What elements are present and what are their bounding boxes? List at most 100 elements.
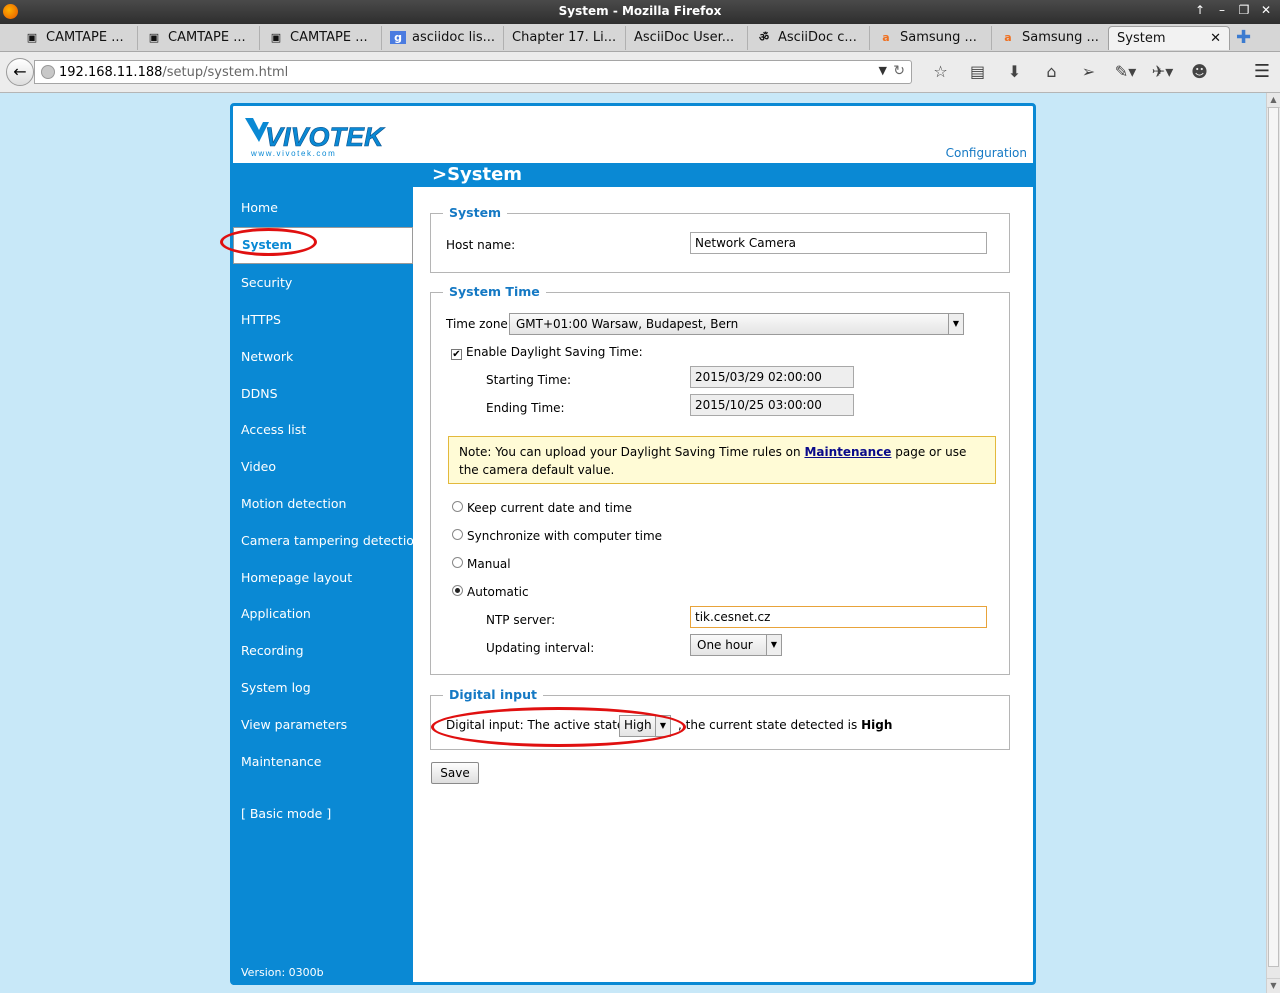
- sync-computer-label: Synchronize with computer time: [467, 529, 663, 543]
- window-title: System - Mozilla Firefox: [558, 4, 722, 18]
- url-text: 192.168.11.188/setup/system.html: [59, 65, 289, 80]
- host-name-input[interactable]: Network Camera: [690, 232, 987, 254]
- keep-time-label: Keep current date and time: [467, 501, 632, 515]
- sidebar-item-security[interactable]: Security: [241, 275, 292, 290]
- google-tab-icon: g: [390, 31, 406, 44]
- updating-interval-select[interactable]: One hour ▼: [690, 634, 782, 656]
- dst-checkbox[interactable]: ✔: [451, 349, 462, 360]
- tab-label: AsciiDoc c...: [778, 30, 857, 45]
- scroll-down-icon[interactable]: ▼: [1267, 978, 1280, 993]
- basic-mode-link[interactable]: [ Basic mode ]: [241, 806, 331, 821]
- sidebar-item-view-parameters[interactable]: View parameters: [241, 717, 347, 732]
- send-icon[interactable]: ➢: [1070, 62, 1107, 81]
- ending-time-input[interactable]: 2015/10/25 03:00:00: [690, 394, 854, 416]
- tab-asciidoc-user[interactable]: AsciiDoc User...: [626, 26, 748, 50]
- tools-icon[interactable]: ✎▾: [1107, 62, 1144, 81]
- amazon-tab-icon: a: [1004, 31, 1012, 44]
- tab-samsung-2[interactable]: a Samsung ...: [992, 26, 1114, 50]
- config-page: VIVOTEK www.vivotek.com Configuration >S…: [230, 103, 1036, 985]
- current-state-text: , the current state detected is: [678, 718, 858, 732]
- globe-icon: [41, 65, 55, 79]
- url-dropdown-icon[interactable]: ▼: [879, 64, 887, 77]
- sidebar: Home System Security HTTPS Network DDNS …: [233, 187, 422, 985]
- ntp-server-input[interactable]: tik.cesnet.cz: [690, 606, 987, 628]
- window-close-icon[interactable]: ✕: [1258, 3, 1274, 17]
- radio-automatic[interactable]: [452, 585, 463, 596]
- dst-label: Enable Daylight Saving Time:: [466, 345, 643, 359]
- system-legend: System: [443, 205, 508, 220]
- automatic-label: Automatic: [467, 585, 529, 599]
- sidebar-item-ddns[interactable]: DDNS: [241, 386, 278, 401]
- time-zone-value: GMT+01:00 Warsaw, Budapest, Bern: [516, 317, 739, 331]
- tab-samsung-1[interactable]: a Samsung ...: [870, 26, 992, 50]
- camtape-tab-icon: ▣: [148, 31, 160, 44]
- host-name-label: Host name:: [446, 238, 516, 252]
- sidebar-item-camera-tampering[interactable]: Camera tampering detection: [241, 533, 422, 548]
- window-restore-icon[interactable]: ❐: [1236, 3, 1252, 17]
- starting-time-label: Starting Time:: [486, 373, 572, 387]
- camtape-tab-icon: ▣: [26, 31, 38, 44]
- bookmark-star-icon[interactable]: ☆: [922, 62, 959, 81]
- addon-icon[interactable]: ✈▾: [1144, 62, 1181, 81]
- time-zone-select[interactable]: GMT+01:00 Warsaw, Budapest, Bern ▼: [509, 313, 964, 335]
- tab-asciidoc-list[interactable]: g asciidoc lis...: [382, 26, 504, 50]
- close-tab-icon[interactable]: ✕: [1210, 31, 1221, 46]
- sidebar-item-access-list[interactable]: Access list: [241, 422, 306, 437]
- dst-note: Note: You can upload your Daylight Savin…: [448, 436, 996, 484]
- sidebar-item-application[interactable]: Application: [241, 606, 311, 621]
- tab-system[interactable]: System ✕: [1108, 26, 1230, 50]
- window-minimize-icon[interactable]: –: [1214, 3, 1230, 17]
- sidebar-item-network[interactable]: Network: [241, 349, 293, 364]
- page-scrollbar[interactable]: ▲ ▼: [1266, 93, 1280, 993]
- current-state-value: High: [861, 718, 893, 732]
- tab-chapter-17[interactable]: Chapter 17. Li...: [504, 26, 626, 50]
- annotation-oval-system: [220, 228, 317, 256]
- firmware-version: Version: 0300b: [241, 966, 324, 979]
- tab-label: System: [1117, 31, 1166, 46]
- tab-asciidoc-c[interactable]: ॐ AsciiDoc c...: [748, 26, 870, 50]
- configuration-link[interactable]: Configuration: [946, 146, 1027, 160]
- radio-sync-computer[interactable]: [452, 529, 463, 540]
- sidebar-item-home[interactable]: Home: [241, 200, 278, 215]
- chevron-down-icon: ▼: [948, 314, 963, 334]
- maintenance-link[interactable]: Maintenance: [804, 445, 891, 459]
- tab-label: Samsung ...: [900, 30, 977, 45]
- note-text: Note: You can upload your Daylight Savin…: [459, 445, 805, 459]
- manual-label: Manual: [467, 557, 511, 571]
- ntp-server-label: NTP server:: [486, 613, 556, 627]
- radio-keep-time[interactable]: [452, 501, 463, 512]
- new-tab-icon[interactable]: ✚: [1236, 27, 1251, 48]
- svg-text:VIVOTEK: VIVOTEK: [265, 122, 386, 152]
- starting-time-input[interactable]: 2015/03/29 02:00:00: [690, 366, 854, 388]
- system-fieldset: System Host name: Network Camera: [430, 205, 1010, 273]
- ending-time-label: Ending Time:: [486, 401, 565, 415]
- reload-icon[interactable]: ↻: [893, 63, 905, 79]
- back-arrow-icon[interactable]: ←: [6, 58, 34, 86]
- tab-camtape-1[interactable]: ▣ CAMTAPE ...: [16, 26, 138, 50]
- sidebar-item-motion-detection[interactable]: Motion detection: [241, 496, 346, 511]
- reading-list-icon[interactable]: ▤: [959, 62, 996, 81]
- tab-camtape-2[interactable]: ▣ CAMTAPE ...: [138, 26, 260, 50]
- sidebar-item-https[interactable]: HTTPS: [241, 312, 281, 327]
- scroll-thumb[interactable]: [1268, 107, 1279, 967]
- tab-camtape-3[interactable]: ▣ CAMTAPE ...: [260, 26, 382, 50]
- radio-manual[interactable]: [452, 557, 463, 568]
- download-icon[interactable]: ⬇: [996, 62, 1033, 81]
- sidebar-item-recording[interactable]: Recording: [241, 643, 304, 658]
- tab-label: Chapter 17. Li...: [512, 30, 617, 45]
- sidebar-item-video[interactable]: Video: [241, 459, 276, 474]
- digital-input-legend: Digital input: [443, 687, 543, 702]
- sidebar-item-system-log[interactable]: System log: [241, 680, 311, 695]
- address-bar[interactable]: 192.168.11.188/setup/system.html ▼ ↻: [34, 60, 912, 84]
- scroll-up-icon[interactable]: ▲: [1267, 93, 1280, 108]
- save-button[interactable]: Save: [431, 762, 479, 784]
- hamburger-menu-icon[interactable]: ☰: [1254, 61, 1270, 82]
- amazon-tab-icon: a: [882, 31, 890, 44]
- current-state-label: , the current state detected is High: [678, 718, 892, 732]
- sidebar-item-maintenance[interactable]: Maintenance: [241, 754, 322, 769]
- tab-label: Samsung ...: [1022, 30, 1099, 45]
- chat-icon[interactable]: ☻: [1181, 62, 1218, 81]
- sidebar-item-homepage-layout[interactable]: Homepage layout: [241, 570, 352, 585]
- home-icon[interactable]: ⌂: [1033, 62, 1070, 81]
- window-up-icon[interactable]: ↑: [1192, 3, 1208, 17]
